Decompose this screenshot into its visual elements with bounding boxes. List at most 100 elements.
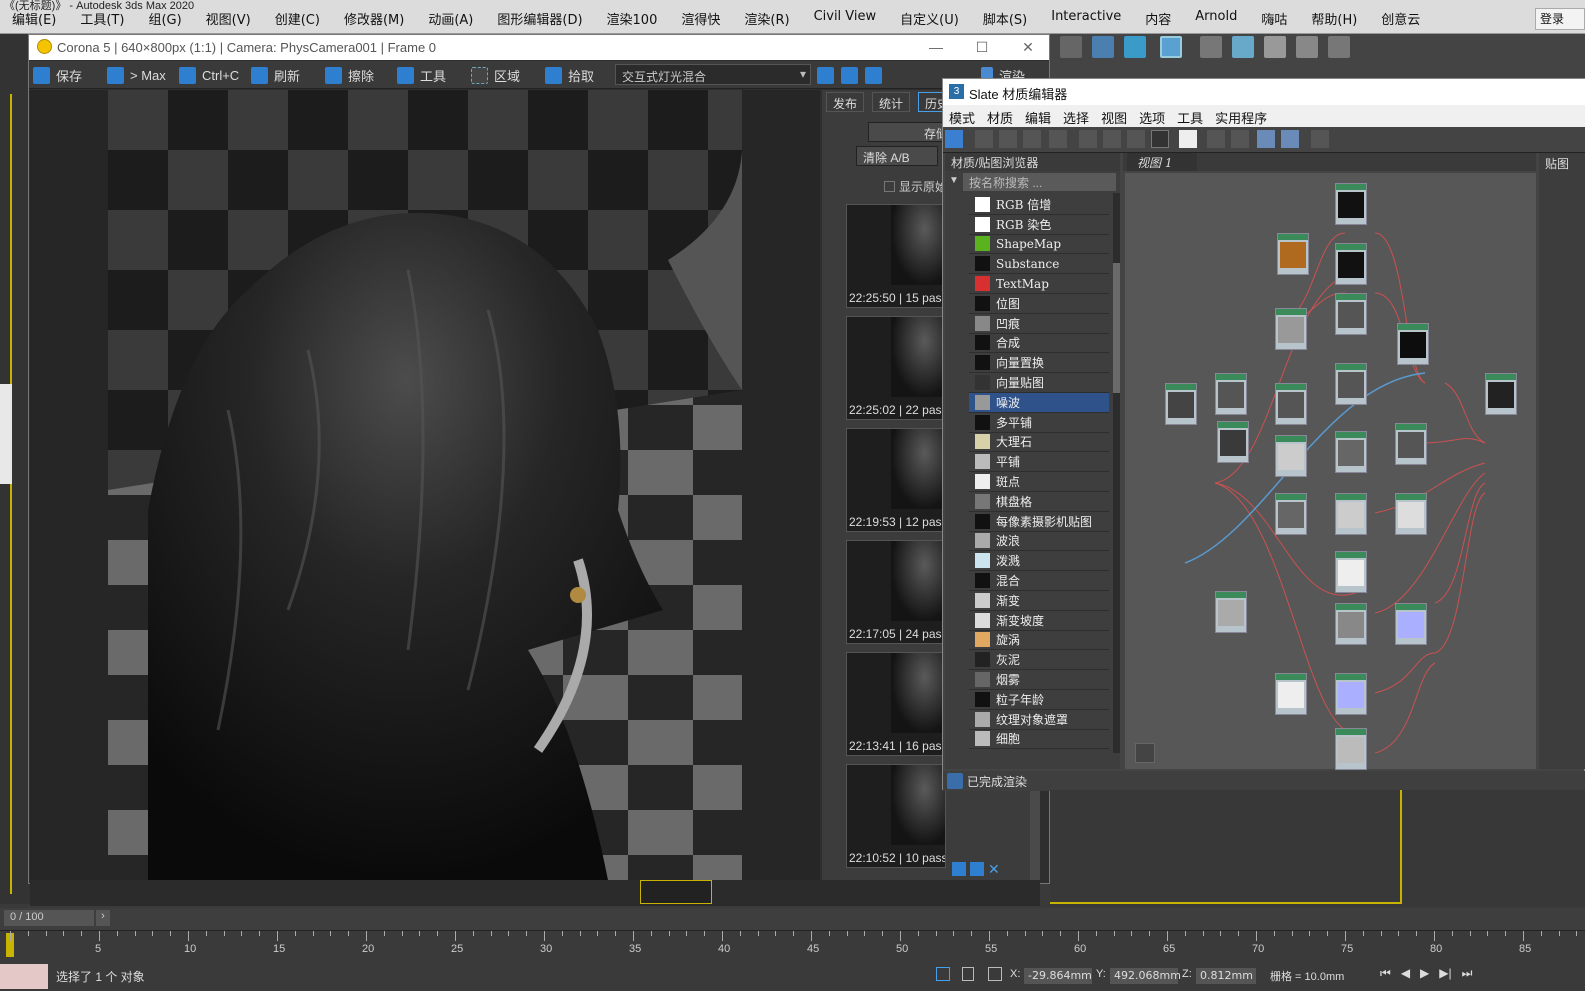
track-bar[interactable]: 5 10 15 20 25 30 35 40 45 50 55 60 65 70 75 80 85: [0, 930, 1585, 960]
menu-item[interactable]: 组(G): [136, 9, 193, 28]
material-node[interactable]: [1335, 183, 1367, 225]
map-list-item[interactable]: 灰泥: [969, 650, 1109, 671]
map-list-item[interactable]: Substance: [969, 254, 1109, 275]
map-list-item[interactable]: 斑点: [969, 472, 1109, 492]
history-item[interactable]: 22:19:53 | 12 passes: [846, 428, 946, 532]
map-list-item[interactable]: 大理石: [969, 433, 1109, 453]
history-item[interactable]: 22:13:41 | 16 passes: [846, 652, 946, 756]
eyedropper-icon[interactable]: [975, 130, 993, 148]
material-node[interactable]: [1335, 551, 1367, 593]
y-coordinate[interactable]: 492.068mm: [1110, 968, 1181, 984]
tab-view-1[interactable]: 视图 1: [1127, 153, 1197, 171]
sample-slot-icon[interactable]: [1179, 130, 1197, 148]
previous-frame-icon[interactable]: ◀: [1401, 966, 1410, 981]
next-key-icon[interactable]: ▶|: [1439, 966, 1451, 981]
zoom-in-icon[interactable]: [817, 64, 834, 86]
slate-menu-item[interactable]: 选择: [1057, 105, 1095, 127]
history-item[interactable]: 22:10:52 | 10 passes: [846, 764, 946, 868]
material-node[interactable]: [1335, 603, 1367, 645]
show-browser-icon[interactable]: [1257, 130, 1275, 148]
select-arrow-icon[interactable]: [945, 130, 963, 148]
map-list-item[interactable]: 每像素摄影机贴图: [969, 512, 1109, 532]
menu-item[interactable]: 修改器(M): [332, 9, 416, 28]
menu-item[interactable]: 自定义(U): [888, 9, 971, 28]
material-node[interactable]: [1335, 673, 1367, 715]
region-button[interactable]: 区域: [471, 64, 520, 86]
tab-stats[interactable]: 统计: [872, 92, 911, 112]
slate-menu-item[interactable]: 材质: [981, 105, 1019, 127]
material-node[interactable]: [1215, 591, 1247, 633]
material-node[interactable]: [1335, 493, 1367, 535]
slate-menu-item[interactable]: 视图: [1095, 105, 1133, 127]
material-node[interactable]: [1397, 323, 1429, 365]
material-node[interactable]: [1277, 233, 1309, 275]
map-list-item[interactable]: 渐变坡度: [969, 611, 1109, 631]
menu-item[interactable]: 渲染100: [595, 9, 670, 28]
map-list-item[interactable]: 位图: [969, 294, 1109, 314]
material-node[interactable]: [1275, 383, 1307, 425]
zoom-fit-icon[interactable]: [865, 64, 882, 86]
browser-options-icon[interactable]: ▼: [949, 175, 959, 186]
navigator-icon[interactable]: [1135, 743, 1155, 763]
menu-item[interactable]: 工具(T): [68, 9, 136, 28]
background-icon[interactable]: [1127, 130, 1145, 148]
menu-item[interactable]: 脚本(S): [971, 9, 1039, 28]
map-list-item[interactable]: TextMap: [969, 274, 1109, 294]
map-list-item[interactable]: 泼溅: [969, 551, 1109, 572]
show-params-icon[interactable]: [1281, 130, 1299, 148]
rendered-frame-icon[interactable]: [1264, 36, 1286, 58]
material-node[interactable]: [1275, 493, 1307, 535]
map-list-scrollbar[interactable]: [1113, 193, 1120, 753]
play-icon[interactable]: [970, 862, 984, 876]
slate-menu-item[interactable]: 模式: [943, 105, 981, 127]
history-item[interactable]: 22:25:02 | 22 passes: [846, 316, 946, 420]
map-list-item[interactable]: 混合: [969, 571, 1109, 591]
x-coordinate[interactable]: -29.864mm: [1024, 968, 1092, 984]
material-node[interactable]: [1335, 363, 1367, 405]
move-children-icon[interactable]: [1079, 130, 1097, 148]
material-node[interactable]: [1335, 293, 1367, 335]
material-node[interactable]: [1395, 423, 1427, 465]
play-icon[interactable]: ▶: [1420, 966, 1429, 981]
close-icon[interactable]: ✕: [1017, 37, 1039, 57]
schematic-view-icon[interactable]: [1160, 36, 1182, 58]
material-node[interactable]: [1275, 308, 1307, 350]
menu-item[interactable]: 内容: [1133, 9, 1183, 28]
pick-button[interactable]: 拾取: [545, 64, 594, 86]
slate-menu-item[interactable]: 选项: [1133, 105, 1171, 127]
checker-icon[interactable]: [1151, 130, 1169, 148]
map-list-item[interactable]: 粒子年龄: [969, 690, 1109, 710]
menu-item[interactable]: 视图(V): [194, 9, 263, 28]
maximize-icon[interactable]: ☐: [971, 37, 993, 57]
save-button[interactable]: 保存: [33, 64, 82, 86]
grid-icon[interactable]: [1328, 36, 1350, 58]
material-node[interactable]: [1335, 243, 1367, 285]
menu-item[interactable]: 帮助(H): [1299, 9, 1369, 28]
menu-item[interactable]: 图形编辑器(D): [485, 9, 594, 28]
menu-item[interactable]: 动画(A): [416, 9, 485, 28]
map-list-item[interactable]: ShapeMap: [969, 235, 1109, 255]
refresh-button[interactable]: 刷新: [251, 64, 300, 86]
clear-ab-button[interactable]: 清除 A/B: [856, 146, 938, 166]
node-view-canvas[interactable]: [1125, 173, 1536, 770]
map-list-item[interactable]: 渐变: [969, 591, 1109, 611]
z-coordinate[interactable]: 0.812mm: [1196, 968, 1256, 984]
slate-menu-item[interactable]: 编辑: [1019, 105, 1057, 127]
map-list-item[interactable]: 烟雾: [969, 670, 1109, 690]
time-slider[interactable]: 0 / 100: [4, 910, 94, 926]
save-icon[interactable]: [952, 862, 966, 876]
menu-item[interactable]: Arnold: [1183, 9, 1249, 28]
map-list-item[interactable]: RGB 倍增: [969, 195, 1109, 215]
lightmix-select[interactable]: 交互式灯光混合: [615, 64, 811, 85]
isolate-icon[interactable]: [936, 967, 950, 981]
zoom-out-icon[interactable]: [841, 64, 858, 86]
material-node[interactable]: [1275, 673, 1307, 715]
close-icon[interactable]: ✕: [988, 862, 1002, 876]
map-list-item[interactable]: 纹理对象遮罩: [969, 710, 1109, 730]
material-node[interactable]: [1335, 431, 1367, 473]
map-list-item[interactable]: 向量置换: [969, 353, 1109, 374]
menu-item[interactable]: Civil View: [802, 9, 889, 28]
render-image[interactable]: [108, 90, 742, 880]
map-list-item[interactable]: 多平铺: [969, 413, 1109, 433]
viewport-bottom-right[interactable]: [1050, 790, 1585, 906]
